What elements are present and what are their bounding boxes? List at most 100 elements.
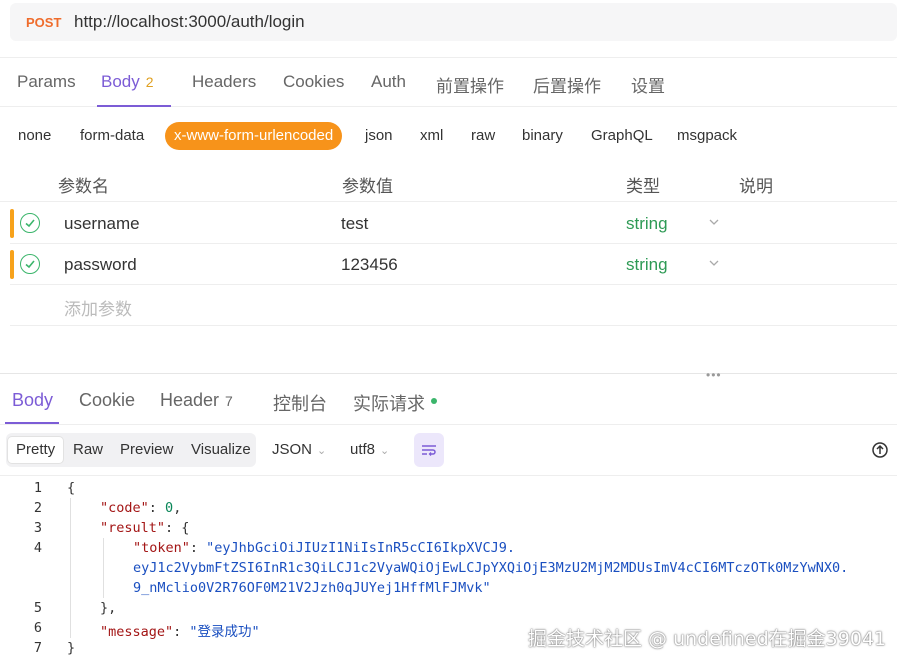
line-number: 4 bbox=[33, 540, 42, 556]
wrap-lines-button[interactable] bbox=[414, 433, 444, 467]
view-preview-button[interactable]: Preview bbox=[112, 437, 181, 463]
view-raw-button[interactable]: Raw bbox=[65, 437, 111, 463]
enabled-checkbox[interactable] bbox=[20, 254, 40, 274]
body-type-msgpack[interactable]: msgpack bbox=[677, 127, 737, 144]
tab-post-actions[interactable]: 后置操作 bbox=[533, 72, 601, 97]
tab-console[interactable]: 控制台 bbox=[273, 390, 327, 416]
chevron-down-icon: ⌄ bbox=[317, 445, 327, 457]
code-line: "message": "登录成功" bbox=[100, 624, 260, 640]
tab-response-header[interactable]: Header 7 bbox=[160, 390, 233, 411]
line-number: 3 bbox=[33, 520, 42, 536]
chevron-down-icon: ⌄ bbox=[380, 445, 390, 457]
drag-handle[interactable] bbox=[10, 250, 14, 279]
header-param-desc: 说明 bbox=[739, 177, 773, 196]
indent-guide bbox=[70, 498, 71, 638]
param-type-select[interactable]: string bbox=[626, 214, 668, 234]
response-view-toolbar: Pretty Raw Preview Visualize JSON ⌄ utf8 ⌄ bbox=[6, 433, 897, 467]
tab-body-label: Body bbox=[101, 72, 140, 91]
line-number: 6 bbox=[33, 620, 42, 636]
param-name-cell[interactable]: username bbox=[64, 214, 140, 234]
enabled-checkbox[interactable] bbox=[20, 213, 40, 233]
active-tab-underline bbox=[97, 105, 171, 107]
code-line: "result": { bbox=[100, 520, 190, 536]
param-value-cell[interactable]: 123456 bbox=[341, 255, 398, 275]
status-dot-icon bbox=[431, 398, 437, 404]
row-divider bbox=[10, 325, 897, 326]
tab-params[interactable]: Params bbox=[17, 72, 76, 92]
view-pretty-button[interactable]: Pretty bbox=[8, 437, 64, 463]
indent-guide bbox=[103, 538, 104, 598]
json-key: "token" bbox=[133, 540, 190, 556]
tab-response-cookie[interactable]: Cookie bbox=[79, 390, 135, 411]
param-row: password 123456 string bbox=[10, 244, 897, 285]
tab-auth[interactable]: Auth bbox=[371, 72, 406, 92]
body-type-graphql[interactable]: GraphQL bbox=[591, 127, 653, 144]
param-type-select[interactable]: string bbox=[626, 255, 668, 275]
tab-settings[interactable]: 设置 bbox=[631, 72, 665, 97]
method-selector[interactable]: POST bbox=[26, 15, 74, 30]
body-type-none[interactable]: none bbox=[18, 127, 51, 144]
tab-pre-actions[interactable]: 前置操作 bbox=[436, 72, 504, 97]
params-table-header: 参数名 参数值 类型 说明 bbox=[0, 162, 897, 202]
code-line: "code": 0, bbox=[100, 500, 182, 516]
body-type-json[interactable]: json bbox=[365, 127, 393, 144]
body-type-x-www-form-urlencoded[interactable]: x-www-form-urlencoded bbox=[165, 122, 343, 150]
code-line: "token": "eyJhbGciOiJIUzI1NiIsInR5cCI6Ik… bbox=[133, 540, 516, 556]
encoding-select-value: utf8 bbox=[350, 441, 376, 458]
active-tab-underline bbox=[5, 422, 59, 424]
body-type-xml[interactable]: xml bbox=[420, 127, 443, 144]
tab-response-header-label: Header bbox=[160, 390, 220, 410]
check-icon bbox=[25, 260, 35, 269]
watermark: 掘金技术社区 @ undefined在掘金39041 bbox=[528, 628, 887, 650]
body-type-form-data[interactable]: form-data bbox=[80, 127, 144, 144]
tab-actual-request-label: 实际请求 bbox=[353, 394, 425, 414]
json-key: "code" bbox=[100, 500, 149, 516]
drag-handle[interactable] bbox=[10, 209, 14, 238]
tab-headers[interactable]: Headers bbox=[192, 72, 256, 92]
code-line: }, bbox=[100, 600, 117, 616]
json-number: 0 bbox=[165, 500, 174, 516]
line-number: 5 bbox=[33, 600, 42, 616]
json-string: eyJ1c2VybmFtZSI6InR1c3QiLCJ1c2VyaWQiOjEw… bbox=[133, 560, 849, 576]
header-param-type: 类型 bbox=[626, 177, 660, 196]
chevron-down-icon[interactable] bbox=[708, 257, 720, 269]
body-type-raw[interactable]: raw bbox=[471, 127, 495, 144]
format-select-value: JSON bbox=[272, 441, 313, 458]
json-key: "message" bbox=[100, 624, 174, 640]
response-tabs: Body Cookie Header 7 控制台 实际请求 bbox=[0, 375, 897, 425]
body-type-binary[interactable]: binary bbox=[522, 127, 563, 144]
param-row: username test string bbox=[10, 203, 897, 244]
chevron-down-icon[interactable] bbox=[708, 216, 720, 228]
add-param-input[interactable]: 添加参数 bbox=[64, 295, 132, 320]
tab-response-header-badge: 7 bbox=[225, 393, 233, 409]
json-string: 9_nMclio0V2R76OF0M21V2Jzh0qJUYej1HffMlFJ… bbox=[133, 580, 491, 596]
line-number: 2 bbox=[33, 500, 42, 516]
tab-response-body[interactable]: Body bbox=[12, 390, 53, 411]
tab-cookies[interactable]: Cookies bbox=[283, 72, 344, 92]
body-type-selector: none form-data x-www-form-urlencoded jso… bbox=[0, 120, 897, 152]
param-name-cell[interactable]: password bbox=[64, 255, 137, 275]
url-bar: POST bbox=[10, 3, 897, 41]
code-line: } bbox=[67, 640, 76, 656]
view-visualize-button[interactable]: Visualize bbox=[183, 437, 259, 463]
header-param-name: 参数名 bbox=[58, 177, 109, 196]
tab-actual-request[interactable]: 实际请求 bbox=[353, 390, 437, 416]
json-key: "result" bbox=[100, 520, 166, 536]
json-string: "登录成功" bbox=[189, 624, 260, 640]
code-line: { bbox=[67, 480, 76, 496]
line-number: 7 bbox=[33, 640, 42, 656]
check-icon bbox=[25, 219, 35, 228]
tab-body-badge: 2 bbox=[145, 74, 154, 90]
header-param-value: 参数值 bbox=[342, 177, 393, 196]
json-string: "eyJhbGciOiJIUzI1NiIsInR5cCI6IkpXVCJ9. bbox=[206, 540, 516, 556]
format-select[interactable]: JSON ⌄ bbox=[272, 441, 326, 458]
url-input[interactable] bbox=[74, 12, 854, 32]
panel-splitter[interactable] bbox=[0, 373, 897, 374]
tab-body[interactable]: Body 2 bbox=[101, 72, 154, 92]
encoding-select[interactable]: utf8 ⌄ bbox=[350, 441, 389, 458]
param-value-cell[interactable]: test bbox=[341, 214, 368, 234]
wrap-lines-icon bbox=[422, 445, 436, 456]
request-tabs: Params Body 2 Headers Cookies Auth 前置操作 后… bbox=[0, 57, 897, 107]
line-number: 1 bbox=[33, 480, 42, 496]
export-icon[interactable] bbox=[872, 441, 897, 459]
